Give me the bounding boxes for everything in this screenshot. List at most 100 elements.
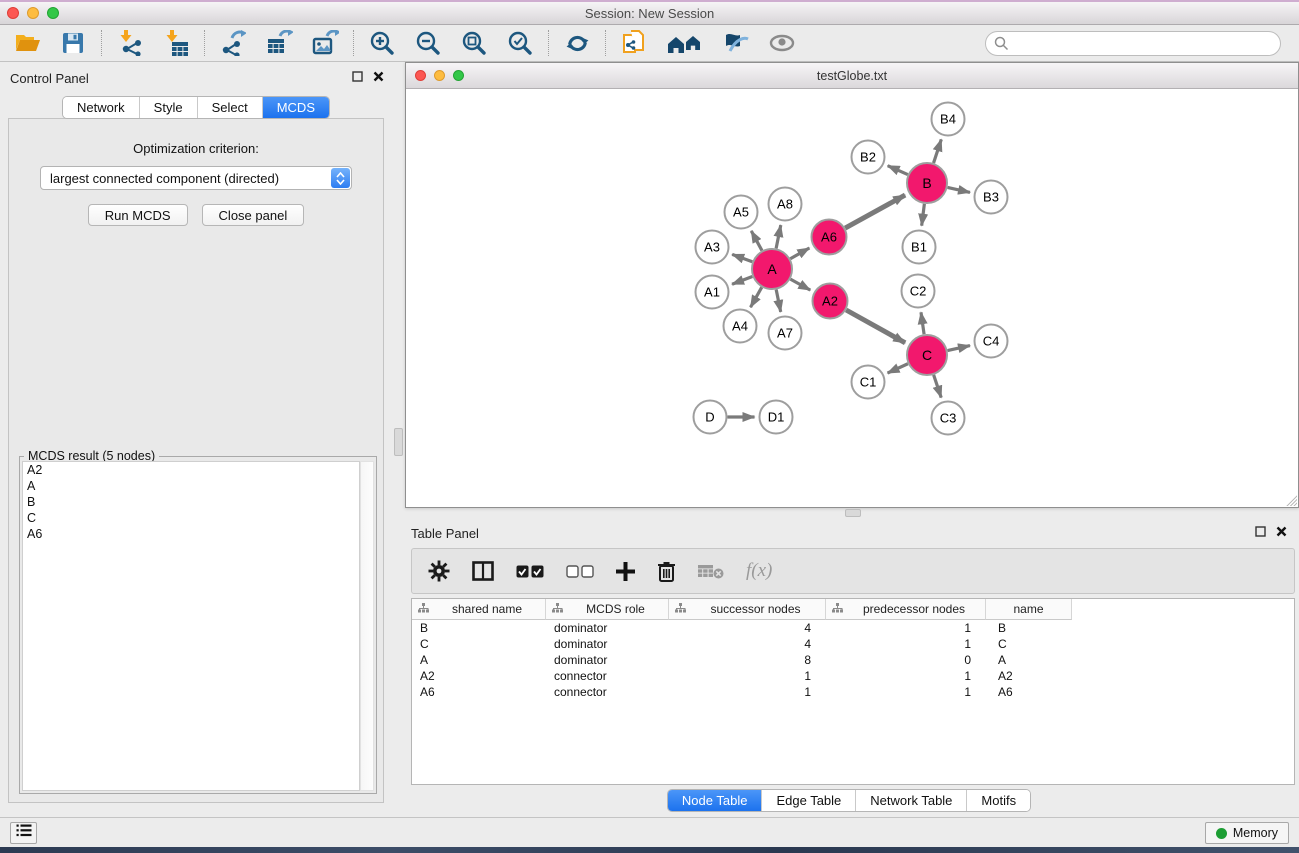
- graph-edge[interactable]: [846, 310, 905, 343]
- table-cell[interactable]: 1: [826, 684, 986, 700]
- deselect-all-icon[interactable]: [566, 565, 594, 578]
- task-history-button[interactable]: [10, 822, 37, 844]
- table-cell[interactable]: A: [412, 652, 546, 668]
- search-input[interactable]: [985, 31, 1281, 56]
- result-scrollbar[interactable]: [360, 461, 374, 791]
- graph-edge[interactable]: [934, 139, 942, 163]
- network-canvas[interactable]: ABCA6A2A1A3A4A5A7A8B1B2B3B4C1C2C3C4DD1: [406, 89, 1298, 506]
- graph-edge[interactable]: [948, 187, 970, 192]
- graph-edge[interactable]: [934, 375, 942, 398]
- tab-network-table[interactable]: Network Table: [855, 790, 966, 811]
- close-panel-button[interactable]: Close panel: [202, 204, 305, 226]
- tab-style[interactable]: Style: [139, 97, 197, 118]
- import-network-icon[interactable]: [115, 28, 145, 58]
- hide-icon[interactable]: [721, 28, 751, 58]
- settings-gear-icon[interactable]: [428, 560, 450, 582]
- column-header-shared-name[interactable]: shared name: [412, 599, 546, 620]
- table-cell[interactable]: B: [412, 620, 546, 636]
- function-builder-icon[interactable]: f(x): [746, 560, 772, 582]
- tab-motifs[interactable]: Motifs: [966, 790, 1030, 811]
- table-cell[interactable]: connector: [546, 668, 669, 684]
- table-cell[interactable]: 4: [669, 636, 826, 652]
- graph-edge[interactable]: [922, 204, 925, 226]
- result-item[interactable]: C: [23, 510, 359, 526]
- tab-node-table[interactable]: Node Table: [668, 790, 762, 811]
- table-row[interactable]: Bdominator41B: [412, 620, 1294, 636]
- tab-edge-table[interactable]: Edge Table: [761, 790, 855, 811]
- tab-network[interactable]: Network: [63, 97, 139, 118]
- table-row[interactable]: A6connector11A6: [412, 684, 1294, 700]
- zoom-selected-icon[interactable]: [505, 28, 535, 58]
- table-cell[interactable]: 1: [669, 668, 826, 684]
- graph-edge[interactable]: [776, 225, 781, 248]
- graph-edge[interactable]: [751, 231, 762, 251]
- graph-edge[interactable]: [921, 312, 924, 334]
- table-cell[interactable]: dominator: [546, 652, 669, 668]
- export-table-icon[interactable]: [264, 28, 294, 58]
- home-icon[interactable]: [665, 28, 705, 58]
- tab-select[interactable]: Select: [197, 97, 262, 118]
- float-table-panel-icon[interactable]: [1255, 526, 1266, 537]
- table-cell[interactable]: connector: [546, 684, 669, 700]
- run-mcds-button[interactable]: Run MCDS: [88, 204, 188, 226]
- zoom-in-icon[interactable]: [367, 28, 397, 58]
- delete-table-icon[interactable]: [698, 563, 724, 579]
- open-file-icon[interactable]: [12, 28, 42, 58]
- table-cell[interactable]: A: [986, 652, 1072, 668]
- export-image-icon[interactable]: [310, 28, 340, 58]
- column-selector-icon[interactable]: [472, 561, 494, 581]
- table-cell[interactable]: 8: [669, 652, 826, 668]
- result-item[interactable]: A: [23, 478, 359, 494]
- table-cell[interactable]: 1: [826, 668, 986, 684]
- table-row[interactable]: Adominator80A: [412, 652, 1294, 668]
- table-cell[interactable]: 0: [826, 652, 986, 668]
- graph-edge[interactable]: [948, 346, 970, 351]
- result-item[interactable]: A6: [23, 526, 359, 542]
- graph-edge[interactable]: [776, 290, 781, 312]
- refresh-icon[interactable]: [562, 28, 592, 58]
- eye-icon[interactable]: [767, 28, 797, 58]
- tab-mcds[interactable]: MCDS: [262, 97, 329, 118]
- table-cell[interactable]: B: [986, 620, 1072, 636]
- zoom-out-icon[interactable]: [413, 28, 443, 58]
- table-cell[interactable]: A6: [412, 684, 546, 700]
- graph-edge[interactable]: [790, 248, 809, 259]
- zoom-fit-icon[interactable]: [459, 28, 489, 58]
- table-cell[interactable]: 1: [826, 636, 986, 652]
- memory-button[interactable]: Memory: [1205, 822, 1289, 844]
- export-network-icon[interactable]: [218, 28, 248, 58]
- table-cell[interactable]: dominator: [546, 620, 669, 636]
- window-resize-grip[interactable]: [1284, 493, 1297, 506]
- graph-edge[interactable]: [732, 277, 752, 285]
- copy-network-icon[interactable]: [619, 28, 649, 58]
- add-row-icon[interactable]: [616, 562, 635, 581]
- table-cell[interactable]: C: [986, 636, 1072, 652]
- table-row[interactable]: Cdominator41C: [412, 636, 1294, 652]
- float-panel-icon[interactable]: [352, 71, 363, 82]
- table-cell[interactable]: A2: [412, 668, 546, 684]
- graph-edge[interactable]: [751, 287, 762, 307]
- table-cell[interactable]: C: [412, 636, 546, 652]
- import-table-icon[interactable]: [161, 28, 191, 58]
- result-item[interactable]: A2: [23, 462, 359, 478]
- table-cell[interactable]: A2: [986, 668, 1072, 684]
- vertical-splitter-handle[interactable]: [394, 428, 403, 456]
- graph-edge[interactable]: [888, 364, 908, 373]
- graph-edge[interactable]: [790, 279, 810, 290]
- horizontal-splitter-handle[interactable]: [845, 509, 861, 517]
- graph-edge[interactable]: [732, 254, 752, 261]
- table-cell[interactable]: 4: [669, 620, 826, 636]
- select-all-icon[interactable]: [516, 565, 544, 578]
- table-cell[interactable]: dominator: [546, 636, 669, 652]
- close-table-panel-icon[interactable]: [1276, 526, 1287, 537]
- mcds-result-list[interactable]: A2ABCA6: [22, 461, 360, 791]
- column-header-name[interactable]: name: [986, 599, 1072, 620]
- graph-edge[interactable]: [888, 166, 908, 175]
- network-graph[interactable]: ABCA6A2A1A3A4A5A7A8B1B2B3B4C1C2C3C4DD1: [406, 89, 1298, 506]
- criterion-dropdown[interactable]: largest connected component (directed): [40, 166, 352, 190]
- table-cell[interactable]: A6: [986, 684, 1072, 700]
- table-cell[interactable]: 1: [669, 684, 826, 700]
- column-header-mcds-role[interactable]: MCDS role: [546, 599, 669, 620]
- column-header-successor-nodes[interactable]: successor nodes: [669, 599, 826, 620]
- column-header-predecessor-nodes[interactable]: predecessor nodes: [826, 599, 986, 620]
